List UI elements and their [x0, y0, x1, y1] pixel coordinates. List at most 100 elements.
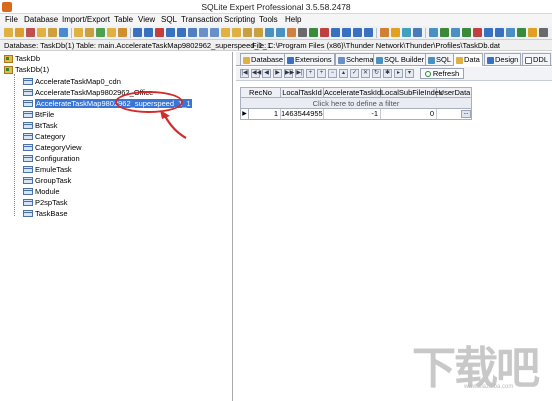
tree-database-taskdb-1[interactable]: TaskDb(1)	[4, 65, 49, 75]
help-icon[interactable]	[506, 28, 515, 37]
new-table-icon[interactable]	[133, 28, 142, 37]
refresh-button[interactable]: Refresh	[420, 68, 464, 79]
new-view-icon[interactable]	[199, 28, 208, 37]
copy-table-icon[interactable]	[177, 28, 186, 37]
rollback-icon[interactable]	[320, 28, 329, 37]
column-header[interactable]: LocalTaskId	[281, 88, 324, 98]
table-row[interactable]: ▶ 1 14635449558 -1 0 ...	[240, 109, 472, 120]
design-table-icon[interactable]	[144, 28, 153, 37]
attach-database-icon[interactable]	[37, 28, 46, 37]
next-record-icon[interactable]: ▶	[273, 69, 282, 78]
tools-icon[interactable]	[495, 28, 504, 37]
cell-recno[interactable]: 1	[250, 109, 281, 119]
users-icon[interactable]	[484, 28, 493, 37]
new-index-icon[interactable]	[221, 28, 230, 37]
edit-record-icon[interactable]: ▴	[339, 69, 348, 78]
menu-scripting[interactable]: Scripting	[224, 15, 255, 24]
close-database-icon[interactable]	[26, 28, 35, 37]
next-page-icon[interactable]: ▶▶	[284, 69, 294, 78]
goto-bookmark-icon[interactable]: ▸	[394, 69, 403, 78]
tab-data[interactable]: Data	[453, 53, 483, 66]
menu-file[interactable]: File	[5, 15, 18, 24]
column-header[interactable]: LocalSubFileIndex	[381, 88, 443, 98]
stop-query-icon[interactable]	[473, 28, 482, 37]
tab-ddl[interactable]: DDL	[522, 53, 552, 65]
refresh-icon[interactable]	[440, 28, 449, 37]
column-header[interactable]: RecNo	[241, 88, 281, 98]
save-icon[interactable]	[59, 28, 68, 37]
query-builder-icon[interactable]	[276, 28, 285, 37]
restore-icon[interactable]	[118, 28, 127, 37]
filter-row[interactable]: Click here to define a filter	[240, 98, 472, 109]
filter-icon[interactable]	[391, 28, 400, 37]
tree-database-taskdb[interactable]: TaskDb	[4, 54, 40, 64]
menu-import-export[interactable]: Import/Export	[62, 15, 110, 24]
open-database-icon[interactable]	[15, 28, 24, 37]
column-header[interactable]: UserData	[437, 88, 472, 98]
execute-icon[interactable]	[287, 28, 296, 37]
vacuum-icon[interactable]	[74, 28, 83, 37]
forward-icon[interactable]	[451, 28, 460, 37]
about-icon[interactable]	[539, 28, 548, 37]
dropdown-icon[interactable]	[413, 28, 422, 37]
cell-localsubfileindex[interactable]: 0	[381, 109, 437, 119]
prior-record-icon[interactable]: ◀	[262, 69, 271, 78]
drop-table-icon[interactable]	[155, 28, 164, 37]
tree-table-item[interactable]: Module	[23, 186, 60, 197]
tree-table-item[interactable]: AccelerateTaskMap0_cdn	[23, 76, 121, 87]
script-icon[interactable]	[342, 28, 351, 37]
settings-icon[interactable]	[380, 28, 389, 37]
menu-tools[interactable]: Tools	[259, 15, 278, 24]
tab-schema[interactable]: Schema	[335, 53, 377, 65]
cell-localtaskid[interactable]: 14635449558	[281, 109, 324, 119]
tree-table-item[interactable]: BtFile	[23, 109, 54, 120]
tree-table-item[interactable]: CategoryView	[23, 142, 82, 153]
tab-sql[interactable]: SQL	[425, 53, 455, 65]
tree-table-item[interactable]: TaskBase	[23, 208, 68, 219]
backup-icon[interactable]	[107, 28, 116, 37]
tree-table-item[interactable]: Category	[23, 131, 65, 142]
export-icon[interactable]	[254, 28, 263, 37]
import-icon[interactable]	[243, 28, 252, 37]
append-record-icon[interactable]: +	[317, 69, 326, 78]
delete-record-icon[interactable]: −	[328, 69, 337, 78]
column-header[interactable]: AccelerateTaskId	[324, 88, 381, 98]
stop-icon[interactable]	[298, 28, 307, 37]
tab-database[interactable]: Database	[240, 53, 287, 65]
tree-table-item[interactable]: P2spTask	[23, 197, 68, 208]
tree-table-item[interactable]: Configuration	[23, 153, 80, 164]
rename-table-icon[interactable]	[166, 28, 175, 37]
tree-table-item[interactable]: GroupTask	[23, 175, 71, 186]
tab-extensions[interactable]: Extensions	[284, 53, 335, 65]
edit-view-icon[interactable]	[210, 28, 219, 37]
back-icon[interactable]	[429, 28, 438, 37]
menu-table[interactable]: Table	[114, 15, 133, 24]
commit-icon[interactable]	[309, 28, 318, 37]
detach-database-icon[interactable]	[48, 28, 57, 37]
menu-view[interactable]: View	[138, 15, 155, 24]
star-icon[interactable]	[528, 28, 537, 37]
tab-design[interactable]: Design	[484, 53, 522, 65]
refresh-data-icon[interactable]: ↻	[372, 69, 381, 78]
menu-sql[interactable]: SQL	[161, 15, 177, 24]
prior-page-icon[interactable]: ◀◀	[251, 69, 261, 78]
menu-help[interactable]: Help	[285, 15, 301, 24]
compact-icon[interactable]	[85, 28, 94, 37]
filter-icon[interactable]: ▾	[405, 69, 414, 78]
last-record-icon[interactable]: ▶|	[295, 69, 304, 78]
new-trigger-icon[interactable]	[232, 28, 241, 37]
menu-transaction[interactable]: Transaction	[181, 15, 223, 24]
table-grid-icon[interactable]	[402, 28, 411, 37]
check-update-icon[interactable]	[517, 28, 526, 37]
first-record-icon[interactable]: |◀	[240, 69, 249, 78]
debug-icon[interactable]	[364, 28, 373, 37]
tree-table-item[interactable]: EmuleTask	[23, 164, 72, 175]
post-edit-icon[interactable]: ✓	[350, 69, 359, 78]
bookmark-icon[interactable]: ✱	[383, 69, 392, 78]
sql-icon[interactable]	[265, 28, 274, 37]
cell-acceleratetaskid[interactable]: -1	[324, 109, 381, 119]
cancel-edit-icon[interactable]: ✕	[361, 69, 370, 78]
empty-table-icon[interactable]	[188, 28, 197, 37]
menu-database[interactable]: Database	[24, 15, 58, 24]
transaction-icon[interactable]	[331, 28, 340, 37]
